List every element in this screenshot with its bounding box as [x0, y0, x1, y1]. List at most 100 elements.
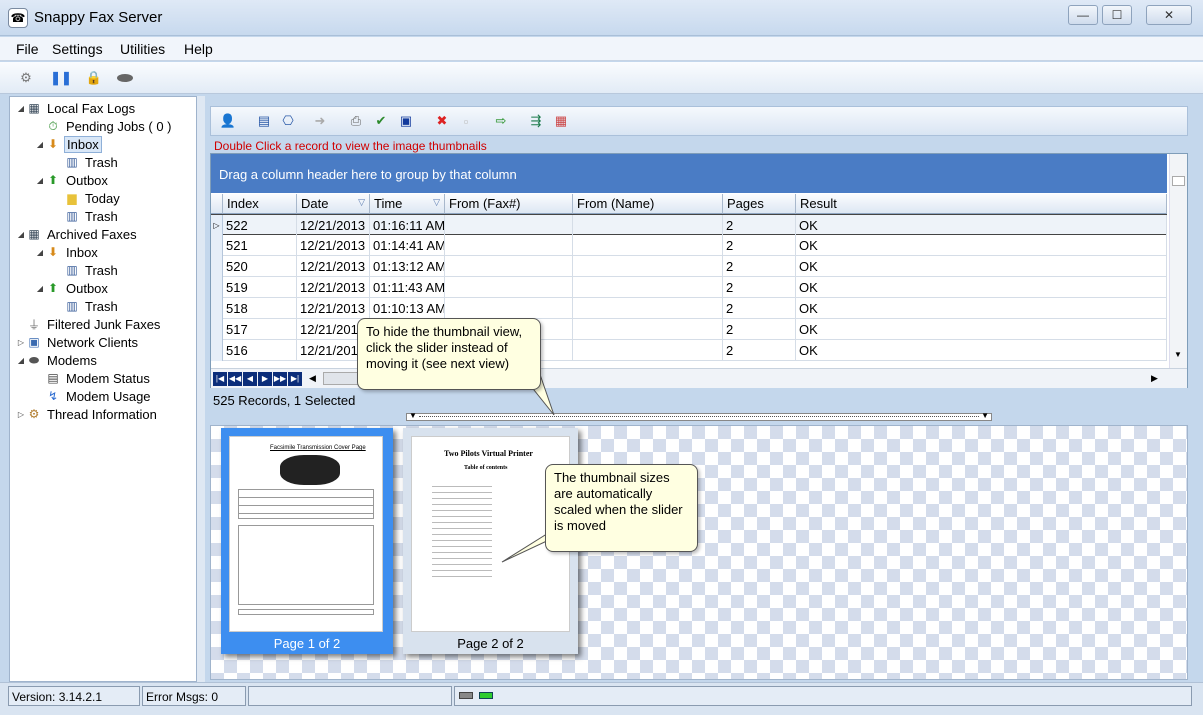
scroll-thumb[interactable]	[1172, 176, 1185, 186]
column-header-3[interactable]: From (Fax#)	[445, 194, 573, 214]
modem-icon[interactable]	[116, 69, 134, 87]
expand-arrow-icon[interactable]: ◢	[16, 230, 26, 239]
export-icon[interactable]: ⇨	[492, 112, 510, 130]
print-icon[interactable]: ⎙	[347, 112, 365, 130]
table-row[interactable]: 517 12/21/2013 2 OK	[211, 319, 1167, 340]
menu-file[interactable]: File	[16, 41, 39, 57]
check-icon[interactable]: ✔	[372, 112, 390, 130]
tree-item-17[interactable]: ▷ ⚙ Thread Information	[16, 405, 159, 423]
hscroll-left-icon[interactable]: ◀	[309, 373, 316, 384]
table-row[interactable]: ▷ 522 12/21/2013 01:16:11 AM 2 OK	[211, 214, 1167, 236]
table-cell: 522	[223, 215, 297, 236]
column-header-1[interactable]: Date ▽	[297, 194, 370, 214]
close-button[interactable]: ✕	[1146, 5, 1192, 25]
blank-page-icon[interactable]: ▫	[457, 112, 475, 130]
network-icon[interactable]: ⎔	[279, 112, 297, 130]
tree-item-7[interactable]: ◢ ▦ Archived Faxes	[16, 225, 139, 243]
expand-arrow-icon[interactable]: ◢	[35, 140, 45, 149]
row-indicator[interactable]	[211, 235, 223, 256]
table-cell: 12/21/2013	[297, 298, 370, 319]
tree-item-4[interactable]: ◢ ⬆ Outbox	[35, 171, 110, 189]
table-cell	[445, 235, 573, 256]
tree-item-13[interactable]: ▷ ▣ Network Clients	[16, 333, 140, 351]
table-row[interactable]: 520 12/21/2013 01:13:12 AM 2 OK	[211, 256, 1167, 277]
grid-toolbar: 👤 ▤ ⎔ ➜ ⎙ ✔ ▣ ✖ ▫ ⇨ ⇶ ▦	[210, 106, 1188, 136]
save-icon[interactable]: ▣	[397, 112, 415, 130]
menu-help[interactable]: Help	[184, 41, 213, 57]
expand-arrow-icon[interactable]: ◢	[16, 356, 26, 365]
nav-last-icon[interactable]: ▶|	[288, 372, 302, 386]
table-row[interactable]: 521 12/21/2013 01:14:41 AM 2 OK	[211, 235, 1167, 256]
row-indicator[interactable]	[211, 277, 223, 298]
column-header-6[interactable]: Result	[796, 194, 1167, 214]
tree-item-1[interactable]: ⏱ Pending Jobs ( 0 )	[35, 117, 174, 135]
expand-arrow-icon[interactable]: ◢	[35, 176, 45, 185]
table-cell: 2	[723, 235, 796, 256]
tree-item-2[interactable]: ◢ ⬇ Inbox	[35, 135, 102, 153]
forward-icon[interactable]: ➜	[311, 112, 329, 130]
column-header-2[interactable]: Time ▽	[370, 194, 445, 214]
delete-icon[interactable]: ✖	[433, 112, 451, 130]
column-header-4[interactable]: From (Name)	[573, 194, 723, 214]
expand-arrow-icon[interactable]: ◢	[35, 284, 45, 293]
calendar-icon[interactable]: ▦	[552, 112, 570, 130]
table-cell: 517	[223, 319, 297, 340]
tree-item-5[interactable]: ▆ Today	[54, 189, 122, 207]
grid-vertical-scrollbar[interactable]: ▼	[1169, 154, 1187, 368]
scroll-down-icon[interactable]: ▼	[1174, 350, 1182, 359]
filter-icon[interactable]: ▽	[433, 197, 440, 208]
cover-page-title: Facsimile Transmission Cover Page	[270, 445, 366, 451]
nav-prev-page-icon[interactable]: ◀◀	[228, 372, 242, 386]
row-indicator[interactable]: ▷	[211, 215, 223, 236]
document-icon[interactable]: ▤	[255, 112, 273, 130]
menu-utilities[interactable]: Utilities	[120, 41, 165, 57]
row-indicator[interactable]	[211, 298, 223, 319]
row-indicator[interactable]	[211, 256, 223, 277]
pause-icon[interactable]: ❚❚	[50, 69, 72, 87]
group-by-bar[interactable]: Drag a column header here to group by th…	[211, 154, 1167, 193]
filter-icon[interactable]: ▽	[358, 197, 365, 208]
row-indicator[interactable]	[211, 340, 223, 361]
minimize-button[interactable]: —	[1068, 5, 1098, 25]
gear-icon[interactable]: ⚙	[17, 69, 35, 87]
table-cell: 519	[223, 277, 297, 298]
tree-item-15[interactable]: ▤ Modem Status	[35, 369, 152, 387]
tree-item-11[interactable]: ▥ Trash	[54, 297, 120, 315]
send-icon[interactable]: ⇶	[527, 112, 545, 130]
thumbnail-page-1[interactable]: Facsimile Transmission Cover Page Page 1…	[221, 428, 393, 654]
nav-prev-icon[interactable]: ◀	[243, 372, 257, 386]
expand-arrow-icon[interactable]: ▷	[16, 338, 26, 347]
column-header-5[interactable]: Pages	[723, 194, 796, 214]
table-row[interactable]: 519 12/21/2013 01:11:43 AM 2 OK	[211, 277, 1167, 298]
tree-item-6[interactable]: ▥ Trash	[54, 207, 120, 225]
tree-item-16[interactable]: ↯ Modem Usage	[35, 387, 153, 405]
hscroll-right-icon[interactable]: ▶	[1151, 373, 1158, 384]
thumbnail-caption: Page 1 of 2	[273, 636, 341, 651]
row-indicator[interactable]	[211, 319, 223, 340]
tree-item-0[interactable]: ◢ ▦ Local Fax Logs	[16, 99, 137, 117]
expand-arrow-icon[interactable]: ◢	[35, 248, 45, 257]
nav-next-icon[interactable]: ▶	[258, 372, 272, 386]
table-cell	[445, 256, 573, 277]
column-header-0[interactable]: Index	[223, 194, 297, 214]
expand-arrow-icon[interactable]: ◢	[16, 104, 26, 113]
lock-icon[interactable]: 🔒	[85, 69, 103, 87]
menu-settings[interactable]: Settings	[52, 41, 103, 57]
tree-item-10[interactable]: ◢ ⬆ Outbox	[35, 279, 110, 297]
table-cell	[573, 235, 723, 256]
pending-icon: ⏱	[48, 118, 58, 133]
table-cell: 520	[223, 256, 297, 277]
table-row[interactable]: 516 12/21/2013 2 OK	[211, 340, 1167, 361]
nav-first-icon[interactable]: |◀	[213, 372, 227, 386]
nav-next-page-icon[interactable]: ▶▶	[273, 372, 287, 386]
add-contact-icon[interactable]: 👤	[219, 112, 237, 130]
tree-item-3[interactable]: ▥ Trash	[54, 153, 120, 171]
tree-item-8[interactable]: ◢ ⬇ Inbox	[35, 243, 100, 261]
table-row[interactable]: 518 12/21/2013 01:10:13 AM 2 OK	[211, 298, 1167, 319]
tree-splitter[interactable]	[197, 96, 205, 682]
maximize-button[interactable]: ☐	[1102, 5, 1132, 25]
tree-item-9[interactable]: ▥ Trash	[54, 261, 120, 279]
tree-item-14[interactable]: ◢ ⬬ Modems	[16, 351, 99, 369]
expand-arrow-icon[interactable]: ▷	[16, 410, 26, 419]
tree-item-12[interactable]: ⏚ Filtered Junk Faxes	[16, 315, 162, 333]
